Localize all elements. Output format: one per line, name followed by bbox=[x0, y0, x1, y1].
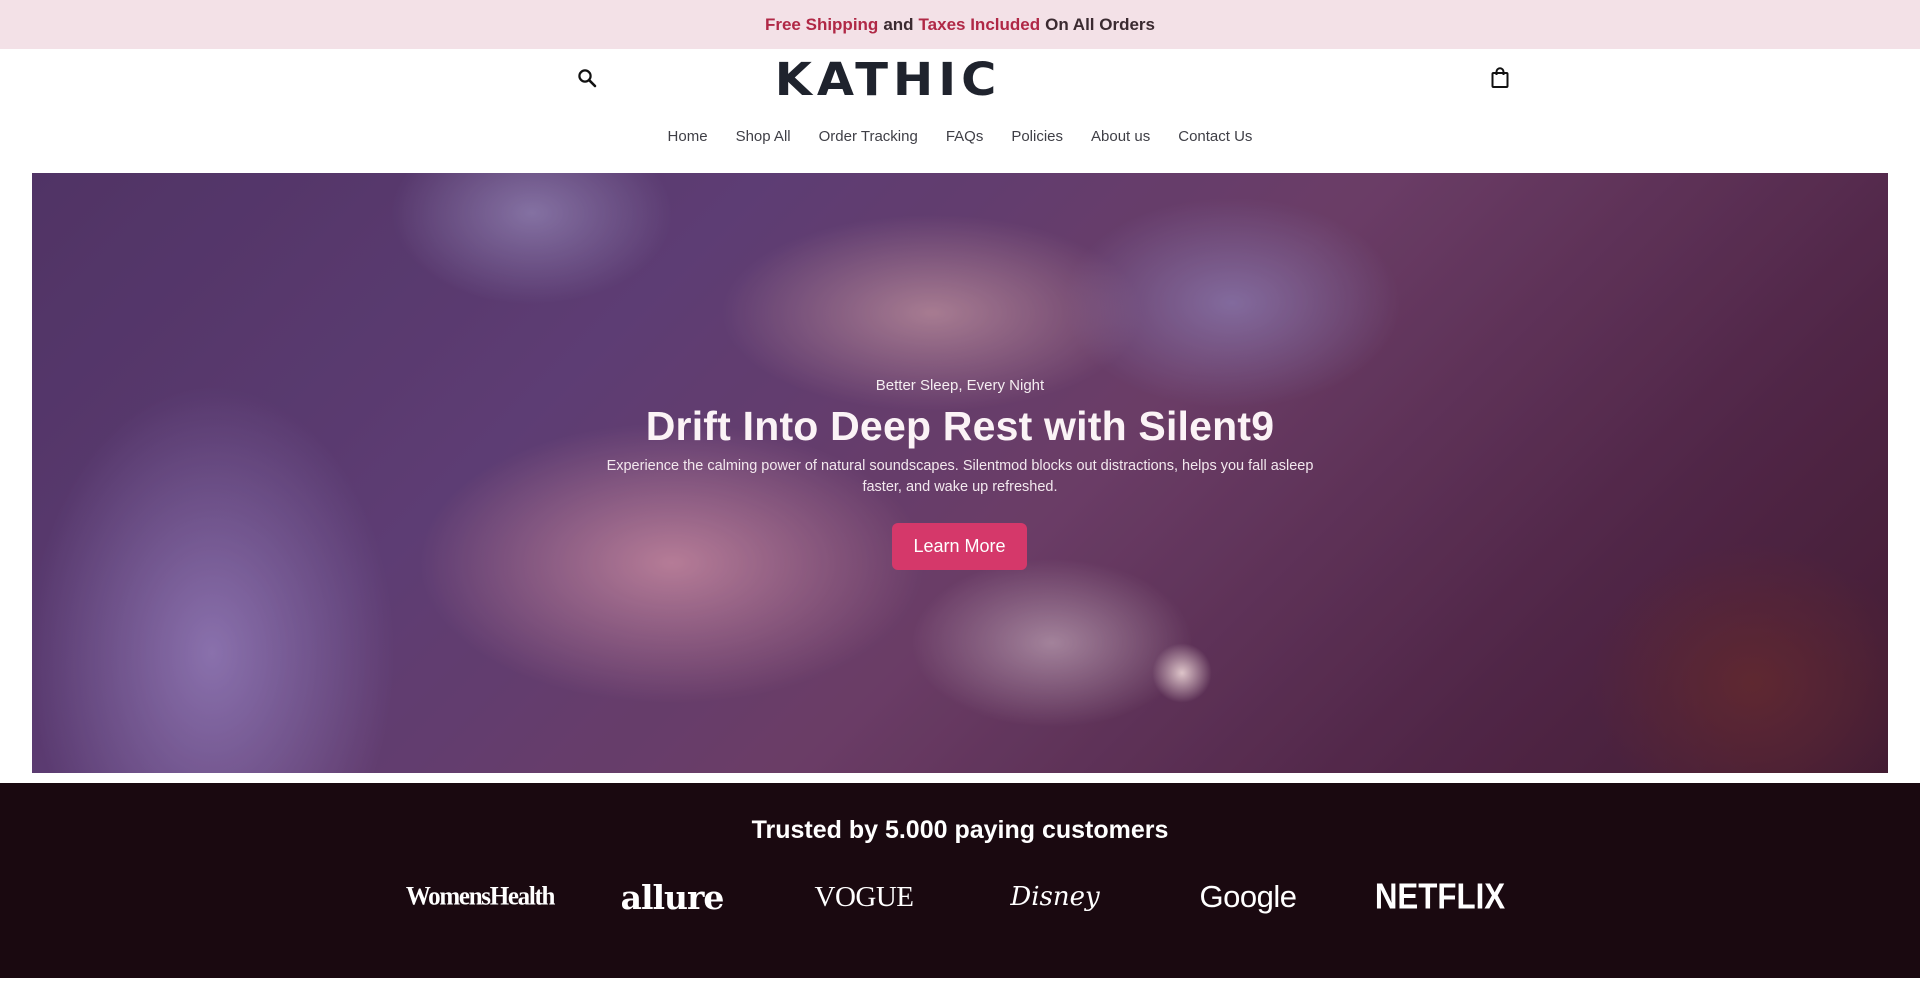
hero-banner: Better Sleep, Every Night Drift Into Dee… bbox=[32, 173, 1888, 773]
site-logo[interactable]: KATHIC bbox=[775, 53, 997, 106]
allure-logo: allure bbox=[620, 877, 725, 917]
announcement-and: and bbox=[883, 14, 914, 34]
hero-title: Drift Into Deep Rest with Silent9 bbox=[645, 403, 1275, 449]
trusted-by-section: Trusted by 5.000 paying customers Womens… bbox=[0, 783, 1920, 978]
vogue-logo: VOGUE bbox=[814, 880, 915, 913]
search-icon bbox=[577, 68, 597, 92]
cart-button[interactable] bbox=[1488, 67, 1512, 93]
announcement-taxes-included: Taxes Included bbox=[918, 14, 1041, 34]
nav-item-order-tracking[interactable]: Order Tracking bbox=[819, 128, 918, 145]
nav-item-faqs[interactable]: FAQs bbox=[946, 128, 984, 145]
shopping-bag-icon bbox=[1490, 67, 1510, 93]
disney-logo: Disney bbox=[1010, 882, 1100, 912]
search-button[interactable] bbox=[575, 68, 599, 92]
hero-eyebrow: Better Sleep, Every Night bbox=[875, 377, 1045, 394]
netflix-logo: NETFLIX bbox=[1374, 876, 1506, 917]
hero-description: Experience the calming power of natural … bbox=[606, 458, 1314, 495]
nav-item-about-us[interactable]: About us bbox=[1091, 128, 1150, 145]
nav-item-policies[interactable]: Policies bbox=[1011, 128, 1063, 145]
press-logos: WomensHealth allure VOGUE Disney Google … bbox=[0, 877, 1920, 917]
main-nav: Home Shop All Order Tracking FAQs Polici… bbox=[0, 124, 1920, 148]
hero-content: Better Sleep, Every Night Drift Into Dee… bbox=[32, 173, 1888, 773]
learn-more-button[interactable]: Learn More bbox=[892, 523, 1027, 570]
nav-item-home[interactable]: Home bbox=[668, 128, 708, 145]
site-header: KATHIC Home Shop All Order Tracking FAQs… bbox=[0, 49, 1920, 173]
announcement-bar: Free Shipping and Taxes Included On All … bbox=[0, 0, 1920, 49]
google-logo: Google bbox=[1199, 879, 1297, 914]
announcement-on-all-orders: On All Orders bbox=[1045, 14, 1156, 34]
womens-health-logo: WomensHealth bbox=[405, 882, 556, 911]
nav-item-contact-us[interactable]: Contact Us bbox=[1178, 128, 1252, 145]
nav-item-shop-all[interactable]: Shop All bbox=[736, 128, 791, 145]
announcement-free-shipping: Free Shipping bbox=[764, 14, 879, 34]
trusted-title: Trusted by 5.000 paying customers bbox=[751, 816, 1169, 844]
